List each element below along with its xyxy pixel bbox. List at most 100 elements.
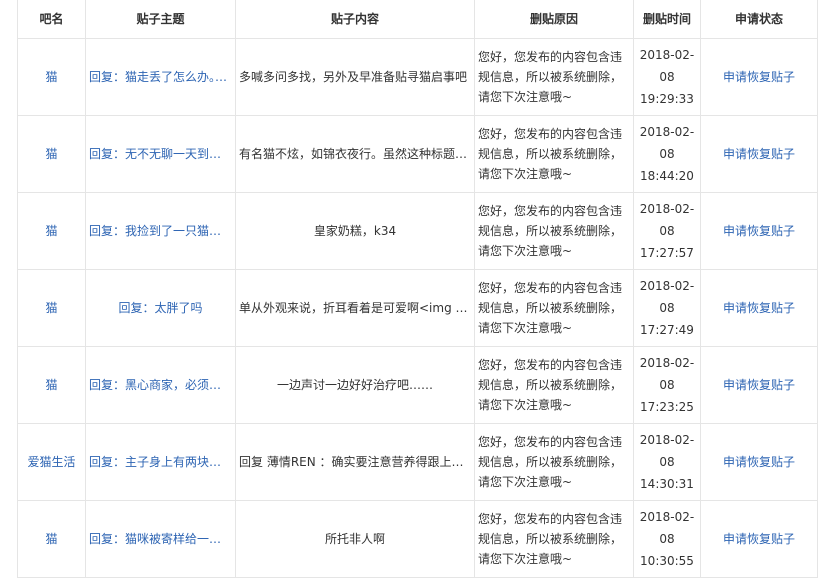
delete-reason: 您好，您发布的内容包含违规信息，所以被系统删除，请您下次注意哦~ bbox=[478, 126, 623, 181]
delete-reason: 您好，您发布的内容包含违规信息，所以被系统删除，请您下次注意哦~ bbox=[478, 434, 623, 489]
table-row: 猫 回复：猫走丢了怎么办。。。 多喊多问多找，另外及早准备贴寻猫启事吧 您好，您… bbox=[17, 37, 818, 116]
header-topic: 贴子主题 bbox=[85, 0, 236, 39]
forum-link[interactable]: 猫 bbox=[45, 301, 57, 315]
content-cell: 皇家奶糕，k34 bbox=[235, 191, 475, 270]
post-content: 有名猫不炫，如锦衣夜行。虽然这种标题很烦人 bbox=[239, 147, 471, 161]
table-row: 猫 回复：猫咪被寄样给一个陌生人 所托非人啊 您好，您发布的内容包含违规信息，所… bbox=[17, 499, 818, 578]
reason-cell: 您好，您发布的内容包含违规信息，所以被系统删除，请您下次注意哦~ bbox=[474, 268, 634, 347]
topic-link[interactable]: 回复：猫咪被寄样给一个陌生人 bbox=[89, 530, 232, 547]
delete-reason: 您好，您发布的内容包含违规信息，所以被系统删除，请您下次注意哦~ bbox=[478, 49, 623, 104]
header-row: 吧名 贴子主题 贴子内容 删贴原因 删贴时间 申请状态 bbox=[17, 0, 818, 39]
reason-cell: 您好，您发布的内容包含违规信息，所以被系统删除，请您下次注意哦~ bbox=[474, 422, 634, 501]
header-status: 申请状态 bbox=[700, 0, 818, 39]
forum-cell: 爱猫生活 bbox=[17, 422, 86, 501]
content-cell: 所托非人啊 bbox=[235, 499, 475, 578]
delete-clock: 10:30:55 bbox=[640, 553, 694, 568]
content-cell: 单从外观来说，折耳看着是可爱啊<img class= bbox=[235, 268, 475, 347]
time-cell: 2018-02-08 17:27:57 bbox=[633, 191, 701, 270]
reason-cell: 您好，您发布的内容包含违规信息，所以被系统删除，请您下次注意哦~ bbox=[474, 345, 634, 424]
request-restore-link[interactable]: 申请恢复贴子 bbox=[723, 70, 795, 84]
post-content: 回复 薄情REN ：确实要注意营养得跟上，多晒太阳 bbox=[239, 455, 471, 469]
reason-cell: 您好，您发布的内容包含违规信息，所以被系统删除，请您下次注意哦~ bbox=[474, 499, 634, 578]
post-content: 皇家奶糕，k34 bbox=[313, 224, 397, 238]
delete-clock: 19:29:33 bbox=[640, 91, 694, 106]
header-content: 贴子内容 bbox=[235, 0, 475, 39]
request-restore-link[interactable]: 申请恢复贴子 bbox=[723, 224, 795, 238]
delete-date: 2018-02-08 bbox=[639, 509, 695, 546]
header-time: 删贴时间 bbox=[633, 0, 701, 39]
forum-cell: 猫 bbox=[17, 499, 86, 578]
header-reason: 删贴原因 bbox=[474, 0, 634, 39]
delete-clock: 14:30:31 bbox=[640, 476, 694, 491]
delete-clock: 17:27:49 bbox=[640, 322, 694, 337]
content-cell: 有名猫不炫，如锦衣夜行。虽然这种标题很烦人 bbox=[235, 114, 475, 193]
forum-cell: 猫 bbox=[17, 268, 86, 347]
forum-link[interactable]: 猫 bbox=[45, 70, 57, 84]
request-restore-link[interactable]: 申请恢复贴子 bbox=[723, 147, 795, 161]
reason-cell: 您好，您发布的内容包含违规信息，所以被系统删除，请您下次注意哦~ bbox=[474, 114, 634, 193]
delete-date: 2018-02-08 bbox=[639, 201, 695, 238]
table-row: 猫 回复：无不无聊一天到晚一直叫 有名猫不炫，如锦衣夜行。虽然这种标题很烦人 您… bbox=[17, 114, 818, 193]
request-restore-link[interactable]: 申请恢复贴子 bbox=[723, 455, 795, 469]
time-cell: 2018-02-08 18:44:20 bbox=[633, 114, 701, 193]
topic-link[interactable]: 回复：黑心商家，必须曝光 bbox=[89, 376, 232, 393]
table-row: 爱猫生活 回复：主子身上有两块地方秃了 回复 薄情REN ：确实要注意营养得跟上… bbox=[17, 422, 818, 501]
request-restore-link[interactable]: 申请恢复贴子 bbox=[723, 532, 795, 546]
topic-cell: 回复：猫走丢了怎么办。。。 bbox=[85, 37, 236, 116]
reason-cell: 您好，您发布的内容包含违规信息，所以被系统删除，请您下次注意哦~ bbox=[474, 37, 634, 116]
reason-cell: 您好，您发布的内容包含违规信息，所以被系统删除，请您下次注意哦~ bbox=[474, 191, 634, 270]
request-restore-link[interactable]: 申请恢复贴子 bbox=[723, 378, 795, 392]
forum-cell: 猫 bbox=[17, 191, 86, 270]
time-cell: 2018-02-08 19:29:33 bbox=[633, 37, 701, 116]
time-cell: 2018-02-08 17:23:25 bbox=[633, 345, 701, 424]
status-cell: 申请恢复贴子 bbox=[700, 37, 818, 116]
header-forum: 吧名 bbox=[17, 0, 86, 39]
topic-link[interactable]: 回复：我捡到了一只猫，怎么办 bbox=[89, 222, 232, 239]
forum-cell: 猫 bbox=[17, 37, 86, 116]
forum-link[interactable]: 爱猫生活 bbox=[27, 455, 75, 469]
delete-clock: 17:27:57 bbox=[640, 245, 694, 260]
topic-cell: 回复：猫咪被寄样给一个陌生人 bbox=[85, 499, 236, 578]
status-cell: 申请恢复贴子 bbox=[700, 422, 818, 501]
delete-date: 2018-02-08 bbox=[639, 47, 695, 84]
content-cell: 一边声讨一边好好治疗吧…… bbox=[235, 345, 475, 424]
delete-clock: 17:23:25 bbox=[640, 399, 694, 414]
table-header: 吧名 贴子主题 贴子内容 删贴原因 删贴时间 申请状态 bbox=[17, 0, 818, 39]
topic-cell: 回复：我捡到了一只猫，怎么办 bbox=[85, 191, 236, 270]
forum-link[interactable]: 猫 bbox=[45, 224, 57, 238]
forum-link[interactable]: 猫 bbox=[45, 532, 57, 546]
table-row: 猫 回复：太胖了吗 单从外观来说，折耳看着是可爱啊<img class= 您好，… bbox=[17, 268, 818, 347]
forum-link[interactable]: 猫 bbox=[45, 378, 57, 392]
topic-link[interactable]: 回复：无不无聊一天到晚一直叫 bbox=[89, 145, 232, 162]
time-cell: 2018-02-08 17:27:49 bbox=[633, 268, 701, 347]
table-row: 猫 回复：我捡到了一只猫，怎么办 皇家奶糕，k34 您好，您发布的内容包含违规信… bbox=[17, 191, 818, 270]
delete-date: 2018-02-08 bbox=[639, 432, 695, 469]
topic-link[interactable]: 回复：猫走丢了怎么办。。。 bbox=[89, 68, 232, 85]
deleted-posts-table: 吧名 贴子主题 贴子内容 删贴原因 删贴时间 申请状态 猫 回复：猫走丢了怎么办… bbox=[17, 0, 818, 578]
post-content: 一边声讨一边好好治疗吧…… bbox=[276, 378, 433, 392]
status-cell: 申请恢复贴子 bbox=[700, 345, 818, 424]
topic-link[interactable]: 回复：太胖了吗 bbox=[89, 299, 232, 316]
forum-cell: 猫 bbox=[17, 114, 86, 193]
request-restore-link[interactable]: 申请恢复贴子 bbox=[723, 301, 795, 315]
delete-clock: 18:44:20 bbox=[640, 168, 694, 183]
topic-cell: 回复：太胖了吗 bbox=[85, 268, 236, 347]
topic-link[interactable]: 回复：主子身上有两块地方秃了 bbox=[89, 453, 232, 470]
status-cell: 申请恢复贴子 bbox=[700, 268, 818, 347]
table-body: 猫 回复：猫走丢了怎么办。。。 多喊多问多找，另外及早准备贴寻猫启事吧 您好，您… bbox=[17, 37, 818, 578]
table-row: 猫 回复：黑心商家，必须曝光 一边声讨一边好好治疗吧…… 您好，您发布的内容包含… bbox=[17, 345, 818, 424]
status-cell: 申请恢复贴子 bbox=[700, 191, 818, 270]
forum-cell: 猫 bbox=[17, 345, 86, 424]
time-cell: 2018-02-08 14:30:31 bbox=[633, 422, 701, 501]
post-content: 所托非人啊 bbox=[324, 532, 385, 546]
time-cell: 2018-02-08 10:30:55 bbox=[633, 499, 701, 578]
delete-date: 2018-02-08 bbox=[639, 124, 695, 161]
topic-cell: 回复：黑心商家，必须曝光 bbox=[85, 345, 236, 424]
status-cell: 申请恢复贴子 bbox=[700, 114, 818, 193]
content-cell: 多喊多问多找，另外及早准备贴寻猫启事吧 bbox=[235, 37, 475, 116]
delete-reason: 您好，您发布的内容包含违规信息，所以被系统删除，请您下次注意哦~ bbox=[478, 280, 623, 335]
post-content: 单从外观来说，折耳看着是可爱啊<img class= bbox=[239, 301, 471, 315]
delete-reason: 您好，您发布的内容包含违规信息，所以被系统删除，请您下次注意哦~ bbox=[478, 511, 623, 566]
content-cell: 回复 薄情REN ：确实要注意营养得跟上，多晒太阳 bbox=[235, 422, 475, 501]
forum-link[interactable]: 猫 bbox=[45, 147, 57, 161]
